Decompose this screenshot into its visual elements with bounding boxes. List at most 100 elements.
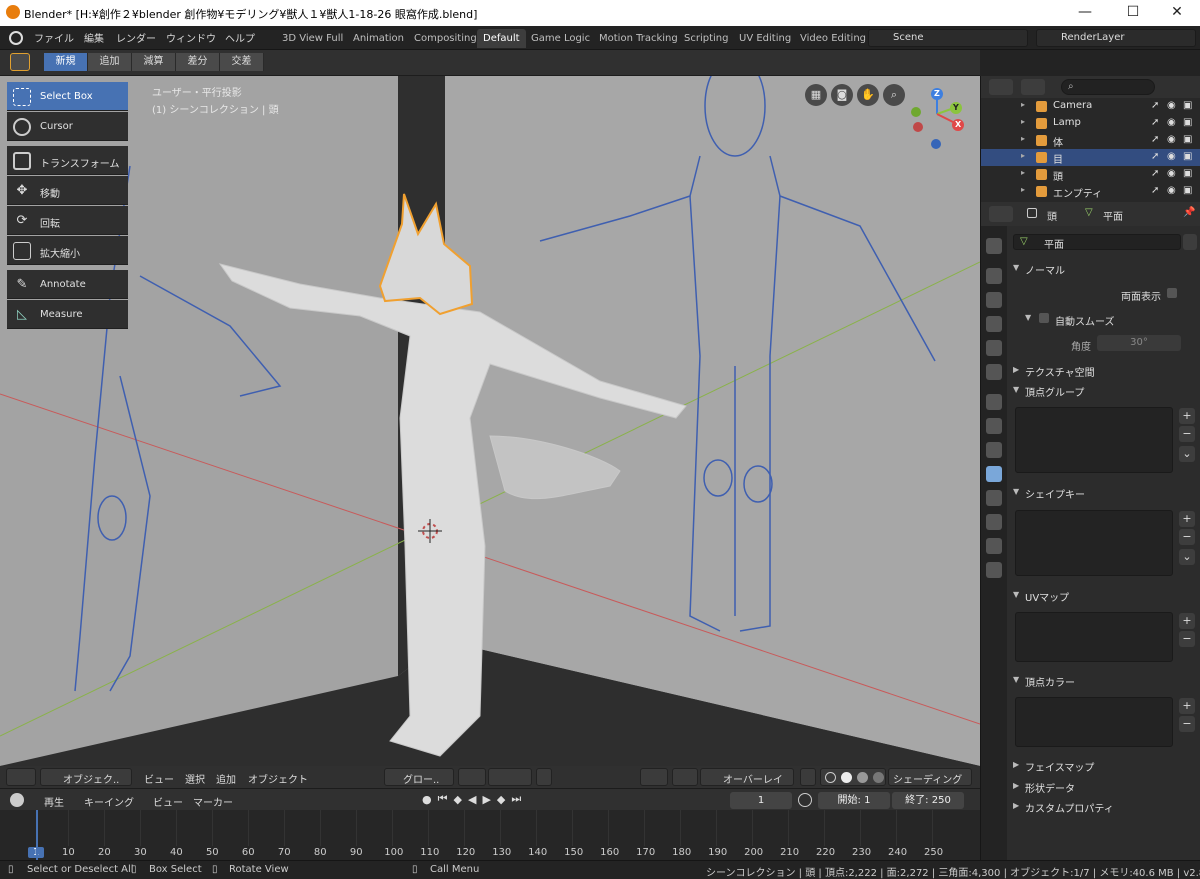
visibility-eye-icon[interactable]: ◉ — [1167, 134, 1176, 145]
section-shape-data[interactable]: ▶ 形状データ — [1009, 776, 1199, 796]
shading-modes[interactable] — [820, 768, 886, 786]
object-tab-icon[interactable] — [986, 394, 1002, 410]
menu-select[interactable]: 選択 — [185, 771, 205, 786]
tab-motion-tracking[interactable]: Motion Tracking — [593, 29, 684, 48]
section-normals[interactable]: ▼ ノーマル — [1009, 258, 1199, 278]
tab-default[interactable]: Default — [477, 29, 526, 48]
blender-menu-icon[interactable] — [9, 31, 23, 45]
outliner-item[interactable]: ▸ Lamp ➚ ◉ ▣ — [981, 115, 1200, 132]
menu-add[interactable]: 追加 — [216, 771, 236, 786]
visibility-eye-icon[interactable]: ◉ — [1167, 168, 1176, 179]
add-vertex-group-button[interactable]: + — [1179, 408, 1195, 424]
uv-maps-list[interactable] — [1015, 612, 1173, 662]
add-shape-key-button[interactable]: + — [1179, 511, 1195, 527]
gizmo-x-label[interactable]: X — [955, 120, 961, 129]
pin-icon[interactable]: 📌 — [1183, 207, 1195, 218]
selectable-arrow-icon[interactable]: ➚ — [1151, 117, 1159, 128]
tab-compositing[interactable]: Compositing — [408, 29, 483, 48]
selectable-arrow-icon[interactable]: ➚ — [1151, 168, 1159, 179]
visibility-eye-icon[interactable]: ◉ — [1167, 117, 1176, 128]
mode-difference-button[interactable]: 差分 — [176, 53, 220, 71]
shading-dropdown[interactable]: シェーディング — [888, 768, 972, 786]
record-icon[interactable]: ● — [422, 793, 432, 806]
constraints-tab-icon[interactable] — [986, 418, 1002, 434]
selectable-arrow-icon[interactable]: ➚ — [1151, 100, 1159, 111]
mode-new-button[interactable]: 新規 — [44, 53, 88, 71]
shape-keys-list[interactable] — [1015, 510, 1173, 576]
outliner-item[interactable]: ▸ 目 ➚ ◉ ▣ — [981, 149, 1200, 166]
render-camera-icon[interactable]: ▣ — [1183, 185, 1192, 196]
outliner-item[interactable]: ▸ エンプティ ➚ ◉ ▣ — [981, 183, 1200, 200]
gizmo-y-label[interactable]: Y — [953, 103, 959, 112]
proportional-edit-icon[interactable] — [536, 768, 552, 786]
pan-hand-icon[interactable]: ✋ — [857, 84, 879, 106]
tab-uv-editing[interactable]: UV Editing — [733, 29, 797, 48]
selectable-arrow-icon[interactable]: ➚ — [1151, 185, 1159, 196]
solid-shading-icon[interactable] — [841, 772, 852, 783]
tool-move[interactable]: ✥ 移動 — [7, 176, 128, 205]
gizmo-z-label[interactable]: Z — [934, 89, 940, 98]
camera-view-icon[interactable]: ◙ — [831, 84, 853, 106]
current-frame-field[interactable]: 1 — [730, 792, 792, 809]
play-reverse-icon[interactable]: ◀ — [468, 793, 476, 806]
section-uv-maps[interactable]: ▼ UVマップ — [1009, 585, 1199, 605]
modifiers-tab-icon[interactable] — [986, 442, 1002, 458]
mode-dropdown[interactable]: オブジェク.. — [40, 768, 132, 786]
selectable-arrow-icon[interactable]: ➚ — [1151, 134, 1159, 145]
expand-arrow-icon[interactable]: ▸ — [1021, 168, 1025, 177]
visibility-icon[interactable] — [672, 768, 698, 786]
visibility-eye-icon[interactable]: ◉ — [1167, 100, 1176, 111]
visibility-eye-icon[interactable]: ◉ — [1167, 151, 1176, 162]
jump-start-icon[interactable]: ⏮ — [438, 792, 448, 806]
expand-arrow-icon[interactable]: ▸ — [1021, 151, 1025, 160]
expand-arrow-icon[interactable]: ▸ — [1021, 100, 1025, 109]
add-vertex-color-button[interactable]: + — [1179, 698, 1195, 714]
maximize-button[interactable]: ☐ — [1110, 0, 1156, 26]
expand-arrow-icon[interactable]: ▸ — [1021, 117, 1025, 126]
tab-game-logic[interactable]: Game Logic — [525, 29, 596, 48]
auto-smooth-checkbox[interactable] — [1039, 313, 1049, 323]
wireframe-shading-icon[interactable] — [825, 772, 836, 783]
remove-uv-map-button[interactable]: − — [1179, 631, 1195, 647]
menu-object[interactable]: オブジェクト — [248, 771, 308, 786]
tool-select-box[interactable]: Select Box — [7, 82, 128, 111]
mode-intersect-button[interactable]: 交差 — [220, 53, 264, 71]
section-custom-properties[interactable]: ▶ カスタムプロパティ — [1009, 796, 1199, 816]
jump-end-icon[interactable]: ⏭ — [511, 792, 521, 806]
clock-icon[interactable] — [798, 793, 812, 807]
auto-smooth-arrow-icon[interactable]: ▼ — [1025, 313, 1031, 322]
timeline-area[interactable]: 1102030405060708090100110120130140150160… — [0, 810, 980, 860]
menu-window[interactable]: ウィンドウ — [166, 30, 216, 45]
remove-vertex-group-button[interactable]: − — [1179, 426, 1195, 442]
section-vertex-groups[interactable]: ▼ 頂点グループ — [1009, 380, 1199, 400]
tool-annotate[interactable]: ✎ Annotate — [7, 270, 128, 299]
prev-keyframe-icon[interactable]: ◆ — [454, 793, 462, 806]
tool-tab-icon[interactable] — [986, 238, 1002, 254]
particles-tab-icon[interactable] — [986, 538, 1002, 554]
grid-view-icon[interactable]: ▦ — [805, 84, 827, 106]
render-tab-icon[interactable] — [986, 268, 1002, 284]
mesh-name-field[interactable]: ▽ 平面 — [1013, 234, 1181, 251]
show-gizmo-icon[interactable] — [640, 768, 668, 786]
tab-3d-view-full[interactable]: 3D View Full — [276, 29, 349, 48]
orientation-dropdown[interactable]: グロー.. — [384, 768, 454, 786]
render-camera-icon[interactable]: ▣ — [1183, 151, 1192, 162]
output-tab-icon[interactable] — [986, 292, 1002, 308]
section-shape-keys[interactable]: ▼ シェイプキー — [1009, 482, 1199, 502]
scene-selector[interactable]: Scene — [868, 29, 1028, 47]
tab-scripting[interactable]: Scripting — [678, 29, 734, 48]
render-camera-icon[interactable]: ▣ — [1183, 168, 1192, 179]
playhead[interactable] — [36, 810, 38, 860]
outliner-item[interactable]: ▸ 頭 ➚ ◉ ▣ — [981, 166, 1200, 183]
tool-rotate[interactable]: ⟳ 回転 — [7, 206, 128, 235]
timeline-editor-icon[interactable] — [10, 793, 24, 807]
mesh-data-tab-icon[interactable] — [986, 466, 1002, 482]
tab-video-editing[interactable]: Video Editing — [794, 29, 872, 48]
fake-user-icon[interactable] — [1183, 234, 1197, 250]
tool-cursor[interactable]: Cursor — [7, 112, 128, 141]
close-button[interactable]: ✕ — [1154, 0, 1200, 26]
double-sided-checkbox[interactable] — [1167, 288, 1177, 298]
add-uv-map-button[interactable]: + — [1179, 613, 1195, 629]
next-keyframe-icon[interactable]: ◆ — [497, 793, 505, 806]
expand-arrow-icon[interactable]: ▸ — [1021, 134, 1025, 143]
